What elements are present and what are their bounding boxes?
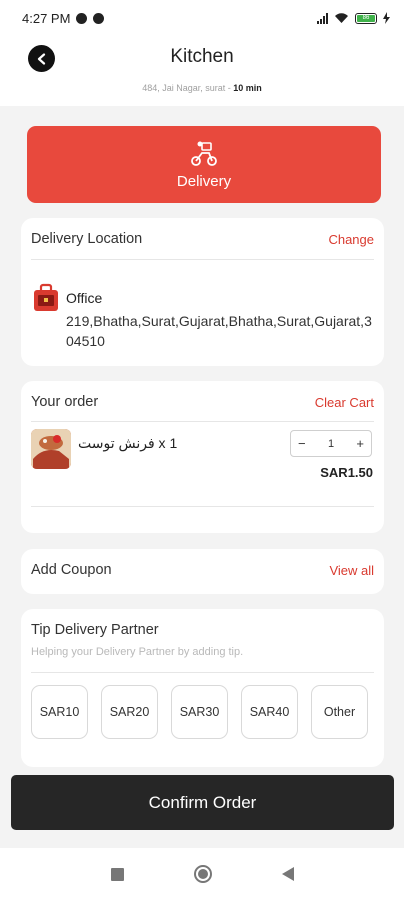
home-icon[interactable] [193,865,212,883]
recents-icon[interactable] [110,867,124,881]
tip-option-sar20[interactable]: SAR20 [101,685,158,739]
status-time: 4:27 PM [22,10,71,26]
battery-icon: 86 [355,12,377,24]
order-card: Your order Clear Cart فرنش توست x 1 − 1 … [21,381,384,533]
address-label: Office [66,290,103,306]
item-price: SAR1.50 [320,465,373,480]
decrease-button[interactable]: − [298,436,306,451]
change-location-link[interactable]: Change [328,232,374,247]
delivery-label: Delivery [176,173,232,190]
coupon-title: Add Coupon [31,562,112,578]
status-left: 4:27 PM [22,10,105,26]
notification-icon [76,12,88,24]
delivery-eta: 10 min [233,83,262,93]
tip-subtitle: Helping your Delivery Partner by adding … [31,646,244,658]
status-right: 86 [317,12,390,24]
increase-button[interactable]: + [356,436,364,451]
view-all-coupons-link[interactable]: View all [329,563,374,578]
tip-option-other[interactable]: Other [311,685,368,739]
coupon-header: Add Coupon View all [31,562,374,578]
header: Kitchen 484, Jai Nagar, surat - 10 min [0,36,404,106]
address-text: 219,Bhatha,Surat,Gujarat,Bhatha,Surat,Gu… [66,313,372,349]
item-name: فرنش توست x 1 [78,435,178,451]
divider [31,506,374,507]
charging-icon [383,12,390,24]
delivery-scooter-icon [191,141,217,166]
status-bar: 4:27 PM 86 [0,0,404,36]
tip-card: Tip Delivery Partner Helping your Delive… [21,609,384,767]
delivery-location-card: Delivery Location Change Office 219,Bhat… [21,218,384,366]
confirm-order-button[interactable]: Confirm Order [11,775,394,830]
delivery-mode-card[interactable]: Delivery [27,126,381,203]
notification-icon-2 [93,12,105,24]
tip-title: Tip Delivery Partner [31,622,159,638]
office-briefcase-icon [34,283,58,311]
quantity-value: 1 [327,437,335,450]
item-thumbnail [31,429,71,469]
order-header: Your order Clear Cart [31,394,374,410]
divider [31,672,374,673]
tip-option-sar30[interactable]: SAR30 [171,685,228,739]
wifi-icon [335,13,348,23]
page-title: Kitchen [170,46,234,67]
signal-icon [317,12,328,24]
back-nav-icon[interactable] [281,867,294,881]
location-title: Delivery Location [31,231,143,247]
system-nav-bar [0,848,404,900]
coupon-card[interactable]: Add Coupon View all [21,549,384,594]
tip-options: SAR10 SAR20 SAR30 SAR40 Other [31,685,368,739]
food-image [31,429,71,469]
divider [31,259,374,260]
restaurant-subtitle: 484, Jai Nagar, surat - 10 min [0,83,404,93]
divider [31,421,374,422]
clear-cart-link[interactable]: Clear Cart [315,395,374,410]
restaurant-address: 484, Jai Nagar, surat [142,83,226,93]
quantity-stepper: − 1 + [290,430,372,457]
tip-option-sar40[interactable]: SAR40 [241,685,298,739]
tip-option-sar10[interactable]: SAR10 [31,685,88,739]
order-title: Your order [31,394,99,410]
location-header: Delivery Location Change [31,231,374,247]
